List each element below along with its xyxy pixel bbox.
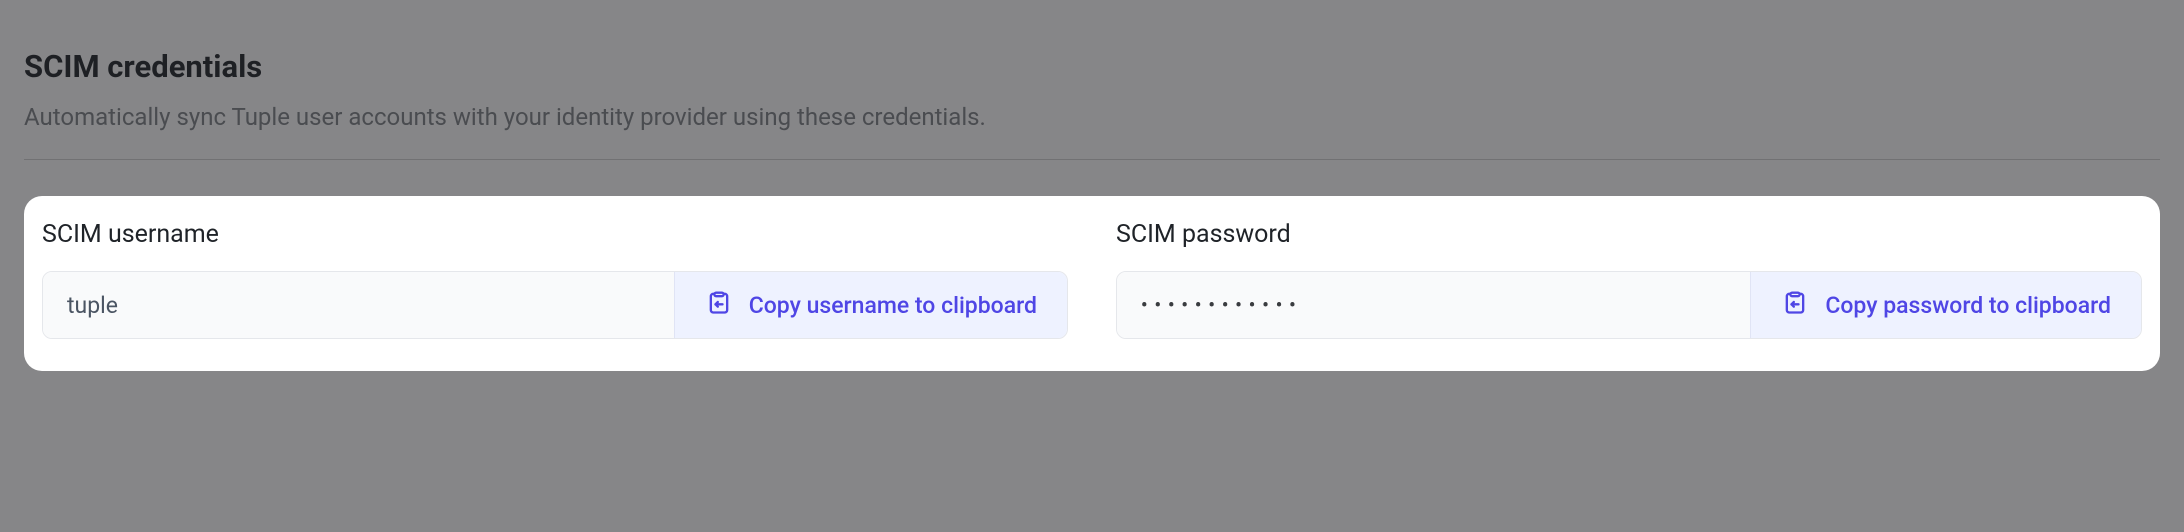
copy-password-label: Copy password to clipboard: [1825, 292, 2111, 319]
copy-password-button[interactable]: Copy password to clipboard: [1750, 272, 2141, 338]
copy-username-button[interactable]: Copy username to clipboard: [674, 272, 1067, 338]
password-input-row: •••••••••••• Copy password to clipboard: [1116, 271, 2142, 339]
username-value: tuple: [43, 272, 674, 338]
password-masked: ••••••••••••: [1141, 295, 1303, 316]
username-input-row: tuple Copy username to clipboard: [42, 271, 1068, 339]
password-value: ••••••••••••: [1117, 272, 1750, 338]
username-field-group: SCIM username tuple Copy username to cli…: [42, 220, 1068, 339]
clipboard-icon: [1781, 288, 1809, 322]
password-label: SCIM password: [1116, 220, 2142, 249]
credentials-card: SCIM username tuple Copy username to cli…: [24, 196, 2160, 371]
password-field-group: SCIM password •••••••••••• Copy passwo: [1116, 220, 2142, 339]
section-title: SCIM credentials: [24, 48, 2160, 85]
copy-username-label: Copy username to clipboard: [749, 292, 1037, 319]
clipboard-icon: [705, 288, 733, 322]
section-subtitle: Automatically sync Tuple user accounts w…: [24, 103, 2160, 131]
section-divider: [24, 159, 2160, 160]
username-label: SCIM username: [42, 220, 1068, 249]
